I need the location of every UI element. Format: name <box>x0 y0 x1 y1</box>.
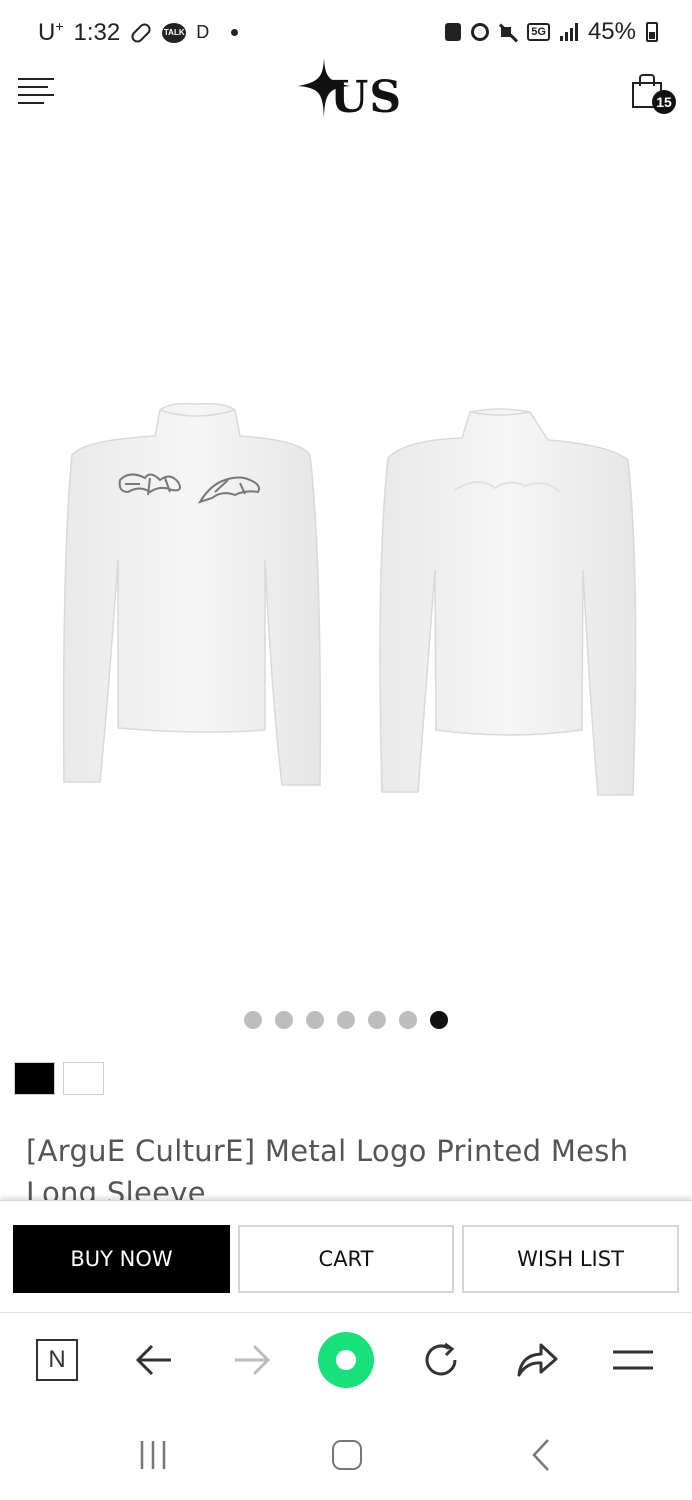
color-swatches <box>14 1062 104 1095</box>
naver-icon: N <box>36 1339 78 1381</box>
home-icon <box>332 1440 362 1470</box>
shirt-back-image <box>379 408 637 796</box>
network-5g-icon: 5G <box>527 23 550 41</box>
product-title: [ArguE CulturE] Metal Logo Printed Mesh … <box>26 1134 629 1204</box>
carousel-dot[interactable] <box>337 1011 355 1029</box>
cart-icon[interactable]: 15 <box>630 72 678 116</box>
menu-icon <box>613 1350 653 1370</box>
reload-button[interactable] <box>406 1327 476 1393</box>
buy-now-button[interactable]: BUY NOW <box>13 1225 230 1293</box>
battery-percent: 45% <box>587 18 636 45</box>
system-back-button[interactable] <box>502 1428 582 1482</box>
carousel-dot[interactable] <box>244 1011 262 1029</box>
green-dot-icon <box>318 1332 374 1388</box>
color-swatch-black[interactable] <box>14 1062 55 1095</box>
forward-button[interactable] <box>216 1327 286 1393</box>
pill-icon <box>129 20 154 45</box>
carrier-label: U+ <box>38 18 64 46</box>
carousel-dot[interactable] <box>430 1011 448 1029</box>
product-image[interactable] <box>0 140 692 1000</box>
home-button[interactable] <box>307 1428 387 1482</box>
status-right: 5G 45% <box>445 18 658 46</box>
carousel-dot[interactable] <box>306 1011 324 1029</box>
site-logo[interactable]: US <box>294 56 404 126</box>
app-notification-icon <box>445 23 462 41</box>
menu-icon[interactable] <box>18 78 54 106</box>
system-navigation-bar <box>0 1408 692 1500</box>
carousel-dot[interactable] <box>368 1011 386 1029</box>
product-photo <box>62 402 637 796</box>
battery-icon <box>646 22 658 42</box>
reload-icon <box>425 1342 457 1376</box>
notification-dot-icon <box>231 29 239 36</box>
add-to-cart-button[interactable]: CART <box>238 1225 454 1293</box>
signal-icon <box>559 23 578 41</box>
carousel-dot[interactable] <box>275 1011 293 1029</box>
indicator-letter: D <box>196 22 210 42</box>
alarm-icon <box>471 23 490 41</box>
talk-icon: TALK <box>162 22 187 43</box>
status-left: U+ 1:32 TALK D <box>38 18 239 47</box>
browser-toolbar: N <box>0 1312 692 1408</box>
shirt-front-image <box>62 402 322 786</box>
back-button[interactable] <box>120 1327 190 1393</box>
recent-apps-button[interactable] <box>113 1428 193 1482</box>
carousel-dot[interactable] <box>399 1011 417 1029</box>
share-button[interactable] <box>502 1327 572 1393</box>
wish-list-button[interactable]: WISH LIST <box>462 1225 679 1293</box>
clock: 1:32 <box>73 18 121 46</box>
carousel-dots <box>0 1011 692 1029</box>
purchase-action-bar: BUY NOW CART WISH LIST <box>0 1200 692 1312</box>
logo-text: US <box>330 72 403 123</box>
arrow-right-icon <box>235 1344 271 1376</box>
mute-icon <box>499 23 517 41</box>
browser-menu-button[interactable] <box>598 1327 668 1393</box>
green-dot-button[interactable] <box>311 1327 381 1393</box>
naver-home-button[interactable]: N <box>22 1327 92 1393</box>
share-icon <box>517 1343 558 1377</box>
site-header: US 15 <box>0 58 692 130</box>
recent-apps-icon <box>140 1441 166 1469</box>
cart-count-badge: 15 <box>652 90 676 114</box>
color-swatch-white[interactable] <box>63 1062 104 1095</box>
chevron-left-icon <box>532 1439 549 1471</box>
arrow-left-icon <box>135 1344 171 1376</box>
